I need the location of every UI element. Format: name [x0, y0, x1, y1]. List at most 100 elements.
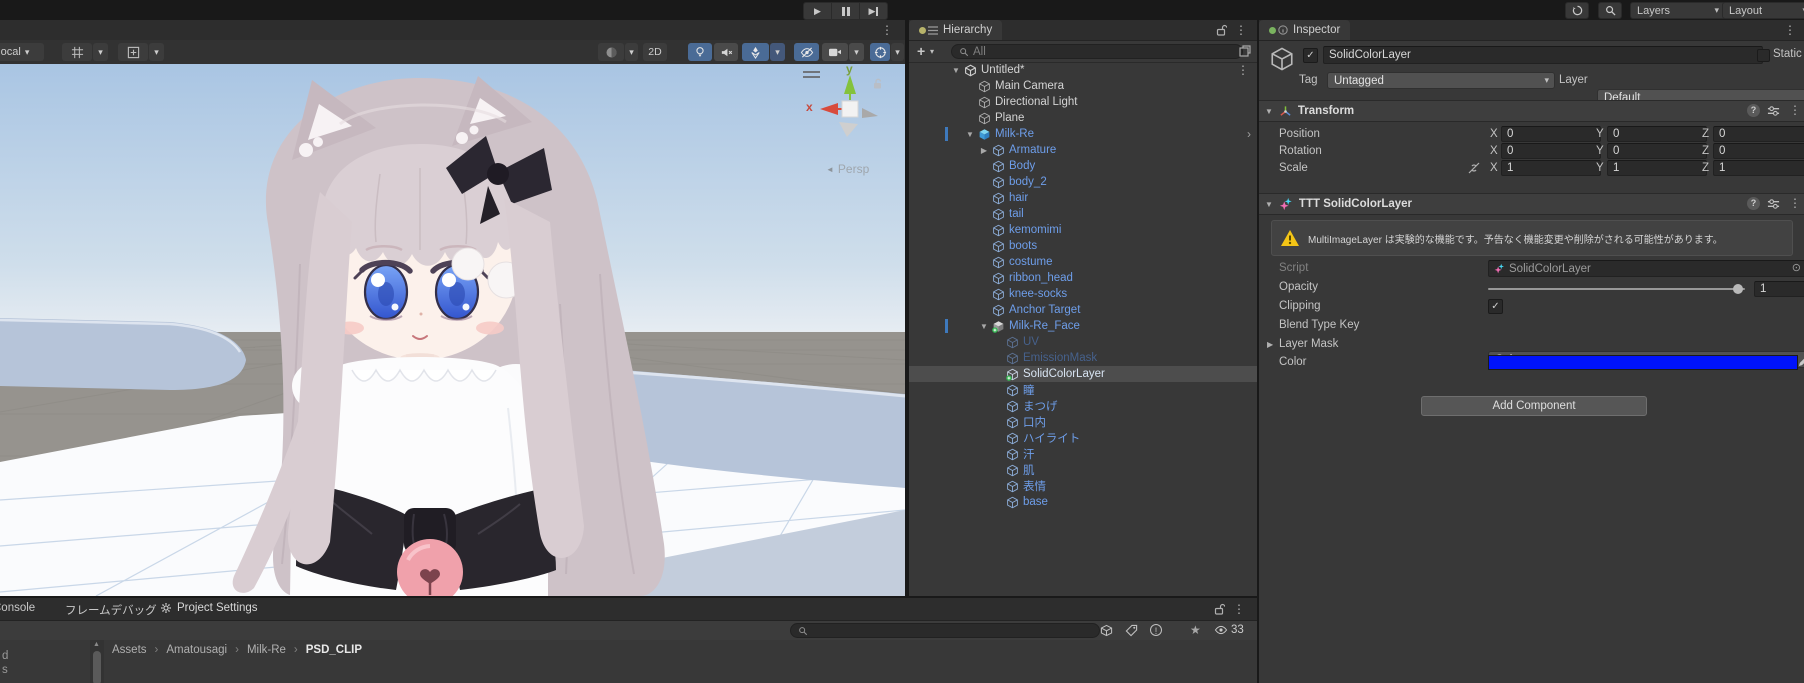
hierarchy-search-input[interactable]: All	[951, 44, 1243, 59]
foldout-open-icon[interactable]: ▼	[949, 66, 963, 75]
hierarchy-item-emissionmask[interactable]: EmissionMask	[909, 350, 1257, 366]
persp-indicator[interactable]: ◄ Persp	[826, 162, 869, 176]
foldout-arrow-icon[interactable]: ▼	[1265, 107, 1273, 116]
add-component-button[interactable]: Add Component	[1421, 396, 1647, 416]
gizmo-lock-icon[interactable]	[872, 78, 884, 90]
breadcrumb-item-milk-re[interactable]: Milk-Re	[247, 644, 286, 656]
foldout-open-icon[interactable]: ▼	[977, 322, 991, 331]
snap-increment-dropdown[interactable]: ▾	[149, 43, 164, 61]
scroll-up-icon[interactable]: ▲	[93, 641, 100, 648]
alert-icon[interactable]: !	[1150, 624, 1162, 636]
kebab-menu-icon[interactable]: ⋮	[1233, 603, 1245, 615]
prefab-open-chevron-icon[interactable]: ›	[1247, 127, 1251, 141]
effects-dropdown[interactable]: ▾	[770, 43, 785, 61]
gameobject-name-field[interactable]: SolidColorLayer	[1323, 46, 1763, 64]
hierarchy-item-main-camera[interactable]: Main Camera	[909, 78, 1257, 94]
tag-dropdown[interactable]: Untagged ▾	[1327, 72, 1555, 89]
hierarchy-item-costume[interactable]: costume	[909, 254, 1257, 270]
presets-icon[interactable]	[1767, 198, 1780, 210]
gizmos-toggle[interactable]	[870, 43, 890, 61]
hierarchy-tab[interactable]: Hierarchy	[909, 20, 1002, 40]
foldout-closed-icon[interactable]: ▶	[977, 146, 991, 155]
scale-y-field[interactable]: 1	[1607, 160, 1707, 176]
hierarchy-item-anchor-target[interactable]: Anchor Target	[909, 302, 1257, 318]
rotation-z-field[interactable]: 0	[1713, 143, 1804, 159]
hierarchy-item-item-21[interactable]: まつげ	[909, 398, 1257, 414]
camera-settings-dropdown[interactable]: ▾	[849, 43, 864, 61]
grid-snap-dropdown[interactable]: ▾	[93, 43, 108, 61]
hierarchy-item-body-2[interactable]: body_2	[909, 174, 1257, 190]
kebab-menu-icon[interactable]: ⋮	[881, 24, 893, 36]
2d-toggle-button[interactable]: 2D	[643, 43, 667, 61]
scene-audio-toggle[interactable]	[714, 43, 738, 61]
effects-toggle[interactable]	[742, 43, 769, 61]
foldout-open-icon[interactable]: ▼	[963, 130, 977, 139]
hierarchy-item-item-25[interactable]: 肌	[909, 462, 1257, 478]
position-x-field[interactable]: 0	[1501, 126, 1601, 142]
lock-icon[interactable]	[1216, 24, 1227, 36]
step-button[interactable]: ▶	[860, 2, 888, 20]
position-y-field[interactable]: 0	[1607, 126, 1707, 142]
rotation-y-field[interactable]: 0	[1607, 143, 1707, 159]
search-everywhere-button[interactable]	[1598, 2, 1622, 19]
opacity-slider[interactable]	[1488, 288, 1745, 290]
help-icon[interactable]: ?	[1747, 104, 1760, 117]
hierarchy-item-tail[interactable]: tail	[909, 206, 1257, 222]
layer-mask-foldout-icon[interactable]: ▶	[1267, 340, 1273, 349]
clipping-checkbox[interactable]: ✓	[1488, 299, 1503, 314]
presets-icon[interactable]	[1767, 105, 1780, 117]
grid-snap-button[interactable]	[62, 43, 92, 61]
layers-dropdown[interactable]: Layers ▾	[1630, 2, 1726, 19]
snap-increment-button[interactable]	[118, 43, 148, 61]
play-button[interactable]: ▶	[803, 2, 832, 20]
static-checkbox[interactable]	[1757, 49, 1770, 62]
pause-button[interactable]	[832, 2, 860, 20]
hierarchy-item-boots[interactable]: boots	[909, 238, 1257, 254]
tab-console[interactable]: Console	[0, 602, 35, 614]
scene-visibility-toggle[interactable]	[794, 43, 819, 61]
scene-lighting-toggle[interactable]	[688, 43, 712, 61]
scale-x-field[interactable]: 1	[1501, 160, 1601, 176]
eyedropper-icon[interactable]	[1798, 354, 1804, 367]
layout-dropdown[interactable]: Layout ▾	[1722, 2, 1804, 19]
scale-z-field[interactable]: 1	[1713, 160, 1804, 176]
handle-orientation-button[interactable]: ocal ▾	[0, 43, 44, 61]
camera-settings-button[interactable]	[822, 43, 848, 61]
hierarchy-item-ribbon-head[interactable]: ribbon_head	[909, 270, 1257, 286]
hierarchy-item-milk-re-face[interactable]: ▼Milk-Re_Face	[909, 318, 1257, 334]
hierarchy-item-directional-light[interactable]: Directional Light	[909, 94, 1257, 110]
inspector-tab[interactable]: Inspector	[1259, 20, 1350, 40]
hierarchy-item-item-22[interactable]: 口内	[909, 414, 1257, 430]
opacity-slider-handle[interactable]	[1733, 284, 1743, 294]
splitter-handle-icon[interactable]	[803, 71, 820, 78]
hierarchy-item-plane[interactable]: Plane	[909, 110, 1257, 126]
scene-viewport[interactable]: y x ◄ Persp	[0, 64, 905, 596]
help-icon[interactable]: ?	[1747, 197, 1760, 210]
lock-icon[interactable]	[1214, 603, 1225, 615]
create-object-button[interactable]: +	[917, 43, 925, 59]
gizmos-dropdown[interactable]: ▾	[891, 43, 904, 61]
kebab-menu-icon[interactable]: ⋮	[1237, 64, 1249, 76]
create-object-dropdown[interactable]: ▾	[930, 47, 934, 56]
hidden-visibility-icon[interactable]	[1214, 624, 1228, 636]
link-scale-icon[interactable]	[1467, 162, 1481, 174]
hierarchy-item-item-23[interactable]: ハイライト	[909, 430, 1257, 446]
breadcrumb-item-amatousagi[interactable]: Amatousagi	[166, 644, 227, 656]
hierarchy-item-hair[interactable]: hair	[909, 190, 1257, 206]
favorites-star-icon[interactable]: ★	[1190, 623, 1201, 637]
project-search-input[interactable]	[790, 623, 1100, 638]
search-by-label-icon[interactable]	[1125, 624, 1138, 637]
ttt-component-header[interactable]: ▼ TTT SolidColorLayer ? ⋮	[1259, 193, 1804, 215]
rotation-x-field[interactable]: 0	[1501, 143, 1601, 159]
breadcrumb-item-psd-clip[interactable]: PSD_CLIP	[306, 644, 362, 656]
active-checkbox[interactable]: ✓	[1303, 48, 1318, 63]
hierarchy-item-solidcolorlayer[interactable]: SolidColorLayer	[909, 366, 1257, 382]
kebab-menu-icon[interactable]: ⋮	[1789, 197, 1801, 209]
version-control-button[interactable]	[1565, 2, 1589, 19]
tab-project-settings[interactable]: Project Settings	[160, 602, 258, 614]
hierarchy-item-uv[interactable]: UV	[909, 334, 1257, 350]
kebab-menu-icon[interactable]: ⋮	[1235, 24, 1247, 36]
tab-frame-debug[interactable]: フレームデバッグ	[65, 602, 157, 618]
foldout-arrow-icon[interactable]: ▼	[1265, 200, 1273, 209]
hierarchy-item-untitled[interactable]: ▼Untitled*⋮	[909, 62, 1257, 78]
